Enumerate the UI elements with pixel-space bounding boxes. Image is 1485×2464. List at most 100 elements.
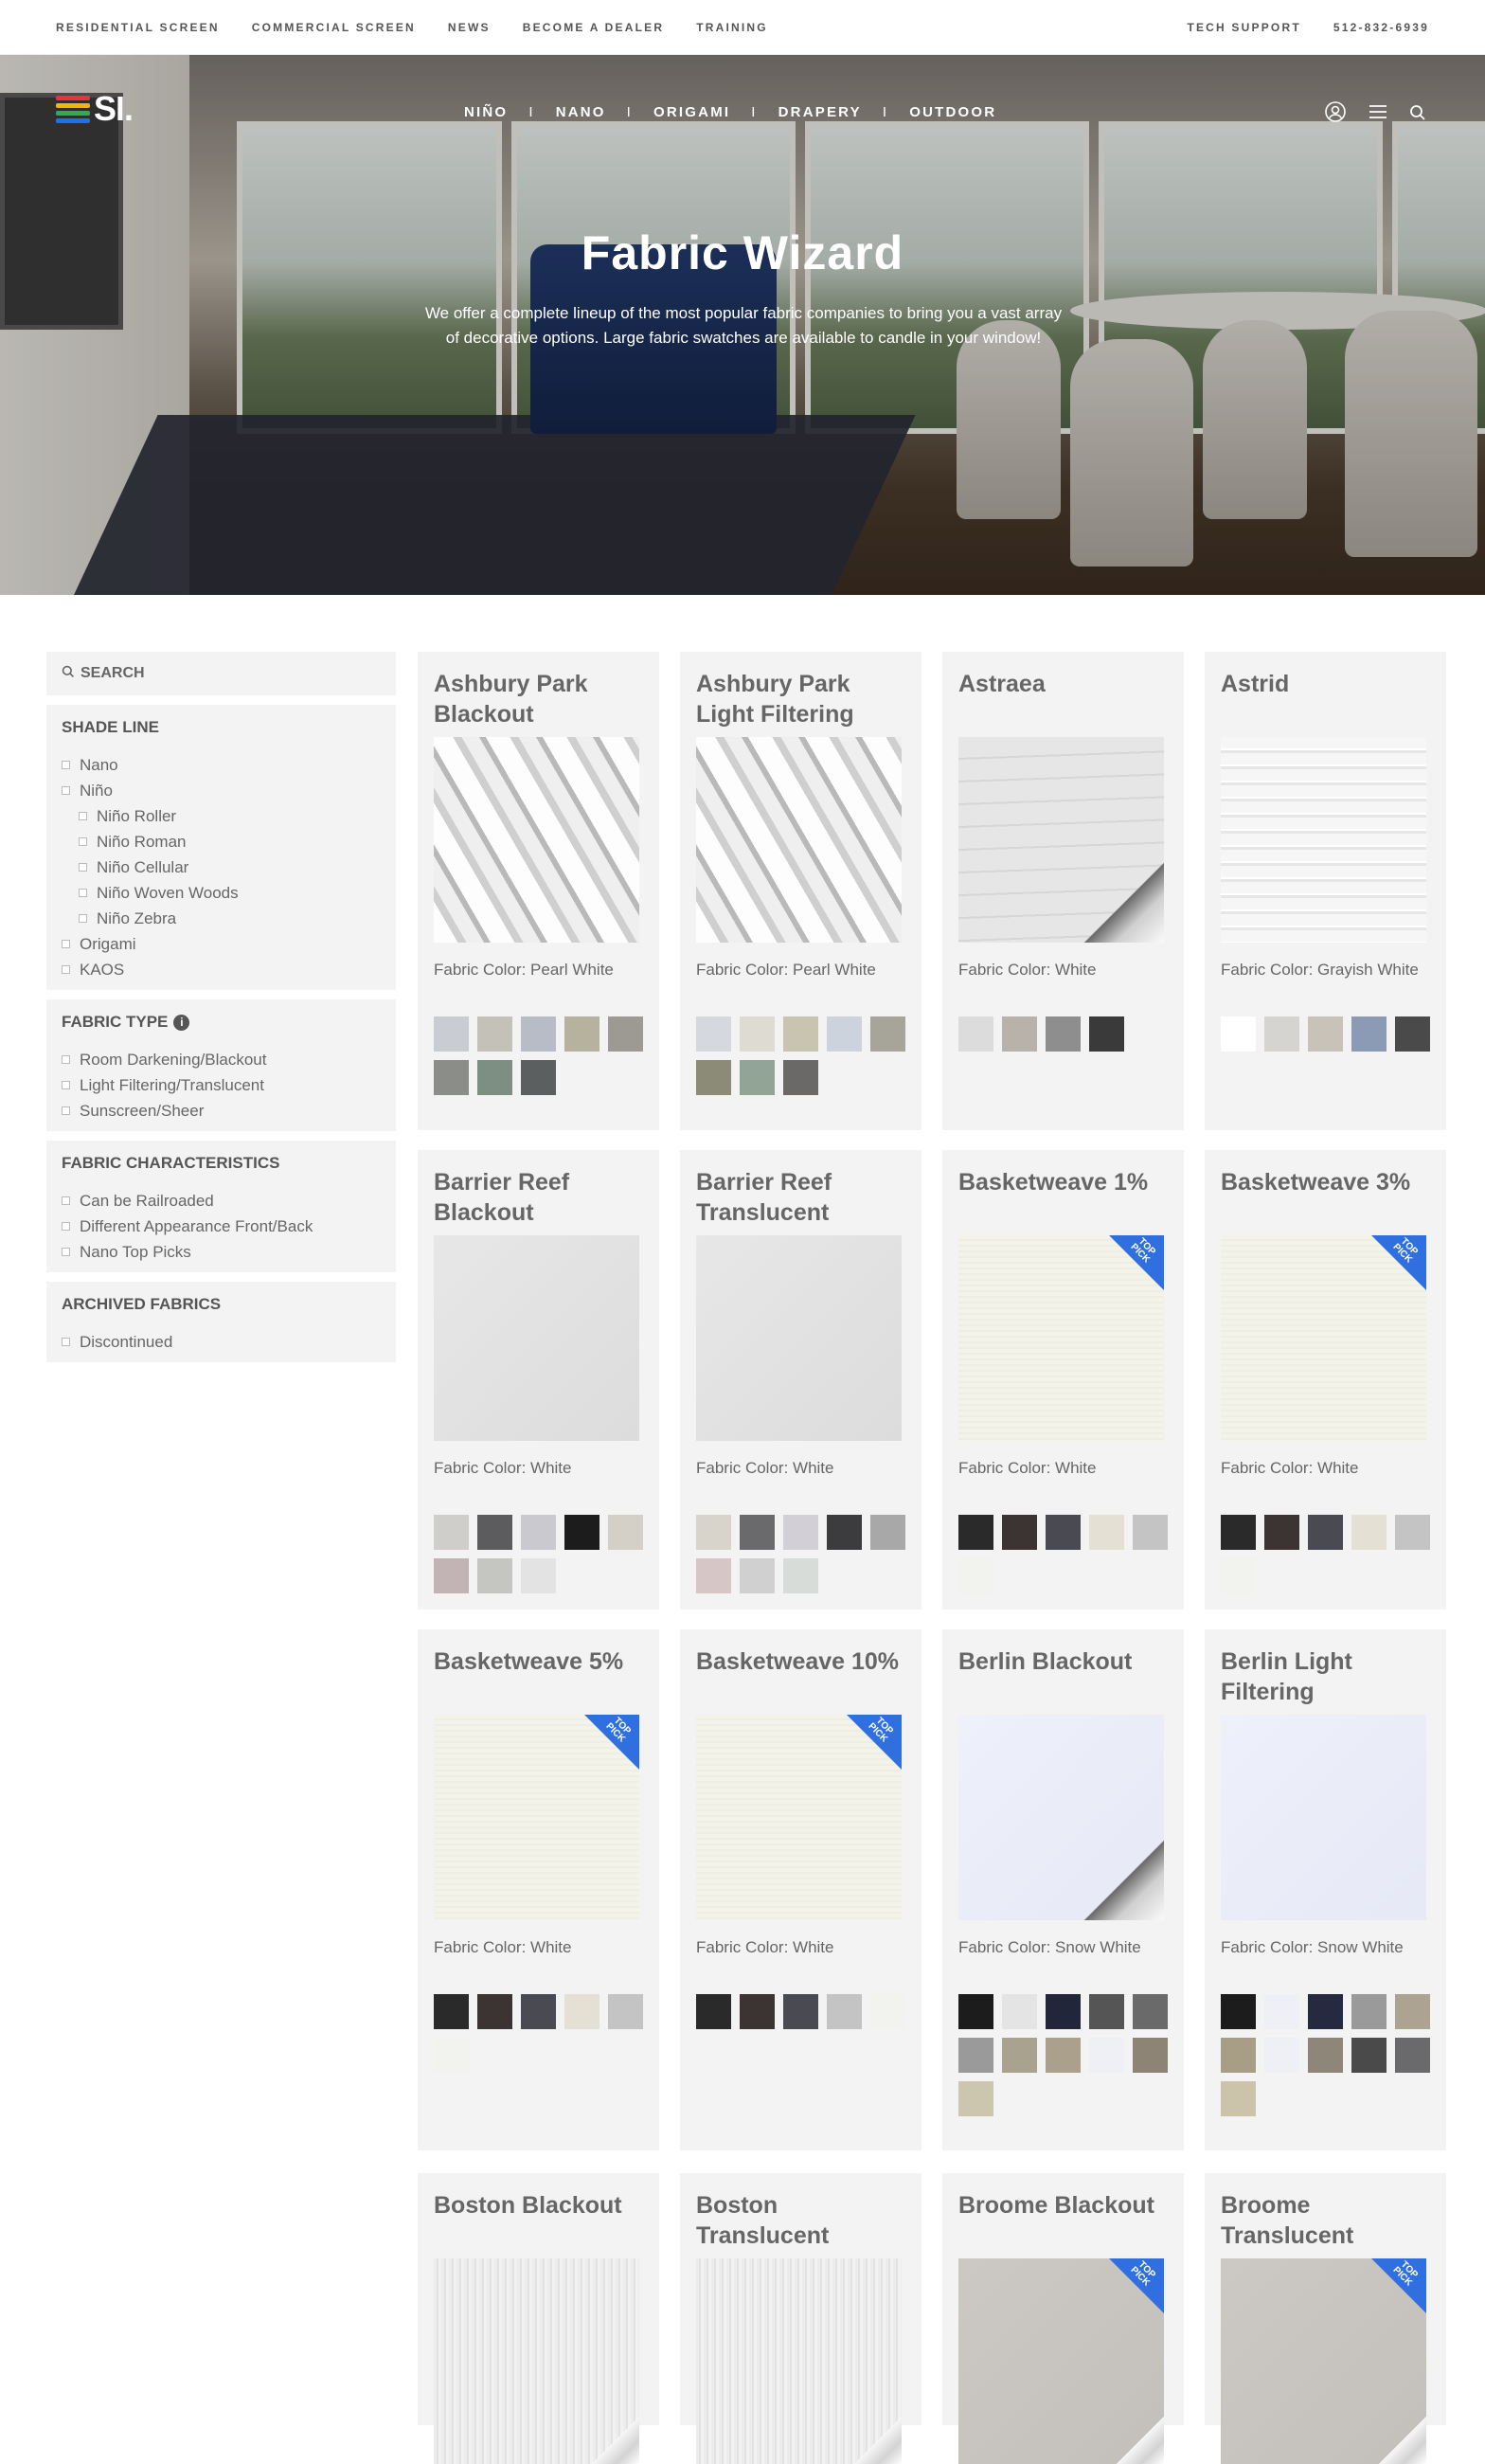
nav-item-drapery[interactable]: DRAPERY	[778, 104, 862, 120]
color-swatch[interactable]	[1308, 1994, 1343, 2029]
checkbox[interactable]	[79, 889, 87, 897]
fabric-swatch-image[interactable]: TOP PICK	[696, 1715, 902, 1920]
color-swatch[interactable]	[608, 1515, 643, 1550]
fabric-swatch-image[interactable]	[958, 737, 1164, 943]
checkbox[interactable]	[62, 1222, 70, 1231]
color-swatch[interactable]	[1221, 1994, 1256, 2029]
color-swatch[interactable]	[1351, 1016, 1387, 1052]
checkbox[interactable]	[79, 837, 87, 846]
color-swatch[interactable]	[958, 1515, 993, 1550]
color-swatch[interactable]	[477, 1060, 512, 1095]
color-swatch[interactable]	[1351, 1515, 1387, 1550]
color-swatch[interactable]	[783, 1994, 818, 2029]
color-swatch[interactable]	[1046, 2038, 1081, 2073]
top-link-training[interactable]: TRAINING	[696, 21, 768, 34]
color-swatch[interactable]	[1089, 1515, 1124, 1550]
fabric-card[interactable]: Boston Translucent	[680, 2173, 921, 2464]
filter-option-nino-woven-woods[interactable]: Niño Woven Woods	[62, 880, 381, 906]
nav-item-nino[interactable]: NIÑO	[464, 104, 508, 120]
fabric-title[interactable]: Broome Blackout	[958, 2190, 1168, 2258]
nav-item-origami[interactable]: ORIGAMI	[653, 104, 730, 120]
fabric-title[interactable]: Broome Translucent	[1221, 2190, 1430, 2258]
fabric-title[interactable]: Berlin Light Filtering	[1221, 1646, 1430, 1715]
color-swatch[interactable]	[1221, 2081, 1256, 2116]
fabric-title[interactable]: Basketweave 1%	[958, 1167, 1168, 1235]
color-swatch[interactable]	[1221, 2038, 1256, 2073]
color-swatch[interactable]	[1221, 1016, 1256, 1052]
color-swatch[interactable]	[1002, 1515, 1037, 1550]
color-swatch[interactable]	[1002, 1994, 1037, 2029]
color-swatch[interactable]	[1089, 1016, 1124, 1052]
top-link-phone[interactable]: 512-832-6939	[1333, 21, 1429, 34]
fabric-title[interactable]: Astrid	[1221, 669, 1430, 737]
filter-option-discontinued[interactable]: Discontinued	[62, 1329, 381, 1355]
color-swatch[interactable]	[958, 2081, 993, 2116]
color-swatch[interactable]	[1046, 1994, 1081, 2029]
color-swatch[interactable]	[1395, 2038, 1430, 2073]
color-swatch[interactable]	[1133, 1515, 1168, 1550]
fabric-swatch-image[interactable]: TOP PICK	[958, 1235, 1164, 1441]
fabric-title[interactable]: Barrier Reef Blackout	[434, 1167, 643, 1235]
color-swatch[interactable]	[958, 2038, 993, 2073]
fabric-title[interactable]: Basketweave 10%	[696, 1646, 905, 1715]
color-swatch[interactable]	[740, 1515, 775, 1550]
top-link-tech-support[interactable]: TECH SUPPORT	[1187, 21, 1300, 34]
color-swatch[interactable]	[477, 1515, 512, 1550]
color-swatch[interactable]	[696, 1515, 731, 1550]
nav-item-outdoor[interactable]: OUTDOOR	[909, 104, 996, 120]
fabric-swatch-image[interactable]: TOP PICK	[958, 2258, 1164, 2464]
search-icon[interactable]	[1409, 103, 1426, 126]
fabric-card[interactable]: Barrier Reef Blackout Fabric Color: White	[418, 1150, 659, 1610]
fabric-title[interactable]: Ashbury Park Blackout	[434, 669, 643, 737]
color-swatch[interactable]	[696, 1994, 731, 2029]
fabric-card[interactable]: Ashbury Park Light Filtering Fabric Color…	[680, 652, 921, 1130]
color-swatch[interactable]	[740, 1994, 775, 2029]
color-swatch[interactable]	[1133, 1994, 1168, 2029]
filter-option-nino-cellular[interactable]: Niño Cellular	[62, 854, 381, 880]
color-swatch[interactable]	[827, 1016, 862, 1052]
fabric-card[interactable]: Astraea Fabric Color: White	[942, 652, 1184, 1130]
top-link-news[interactable]: NEWS	[448, 21, 491, 34]
checkbox[interactable]	[62, 940, 70, 948]
checkbox[interactable]	[62, 1055, 70, 1064]
fabric-swatch-image[interactable]: TOP PICK	[1221, 2258, 1426, 2464]
color-swatch[interactable]	[827, 1515, 862, 1550]
color-swatch[interactable]	[1351, 1994, 1387, 2029]
color-swatch[interactable]	[477, 1558, 512, 1593]
color-swatch[interactable]	[1308, 2038, 1343, 2073]
color-swatch[interactable]	[434, 1558, 469, 1593]
fabric-swatch-image[interactable]	[434, 1235, 639, 1441]
color-swatch[interactable]	[477, 1994, 512, 2029]
checkbox[interactable]	[79, 863, 87, 872]
fabric-card[interactable]: Broome Blackout TOP PICK	[942, 2173, 1184, 2464]
color-swatch[interactable]	[740, 1558, 775, 1593]
color-swatch[interactable]	[958, 1558, 993, 1593]
color-swatch[interactable]	[696, 1060, 731, 1095]
filter-option-kaos[interactable]: KAOS	[62, 957, 381, 982]
color-swatch[interactable]	[1308, 1016, 1343, 1052]
fabric-swatch-image[interactable]	[696, 737, 902, 943]
fabric-title[interactable]: Boston Blackout	[434, 2190, 643, 2258]
fabric-title[interactable]: Boston Translucent	[696, 2190, 905, 2258]
fabric-card[interactable]: Broome Translucent TOP PICK	[1205, 2173, 1446, 2464]
fabric-swatch-image[interactable]	[1221, 737, 1426, 943]
fabric-card[interactable]: Berlin Light Filtering Fabric Color: Snow…	[1205, 1629, 1446, 2150]
color-swatch[interactable]	[958, 1016, 993, 1052]
fabric-card[interactable]: Barrier Reef Translucent Fabric Color: Wh…	[680, 1150, 921, 1610]
menu-icon[interactable]	[1368, 101, 1388, 127]
color-swatch[interactable]	[1046, 1016, 1081, 1052]
color-swatch[interactable]	[958, 1994, 993, 2029]
color-swatch[interactable]	[783, 1515, 818, 1550]
color-swatch[interactable]	[1221, 1558, 1256, 1593]
color-swatch[interactable]	[1046, 1515, 1081, 1550]
color-swatch[interactable]	[564, 1515, 599, 1550]
top-link-commercial-screen[interactable]: COMMERCIAL SCREEN	[252, 21, 416, 34]
top-link-become-dealer[interactable]: BECOME A DEALER	[523, 21, 664, 34]
color-swatch[interactable]	[477, 1016, 512, 1052]
fabric-card[interactable]: Ashbury Park Blackout Fabric Color: Pearl…	[418, 652, 659, 1130]
color-swatch[interactable]	[1395, 1994, 1430, 2029]
filter-option-room-darkening[interactable]: Room Darkening/Blackout	[62, 1047, 381, 1072]
color-swatch[interactable]	[1264, 1016, 1299, 1052]
filter-option-nino-zebra[interactable]: Niño Zebra	[62, 906, 381, 931]
nav-item-nano[interactable]: NANO	[556, 104, 606, 120]
